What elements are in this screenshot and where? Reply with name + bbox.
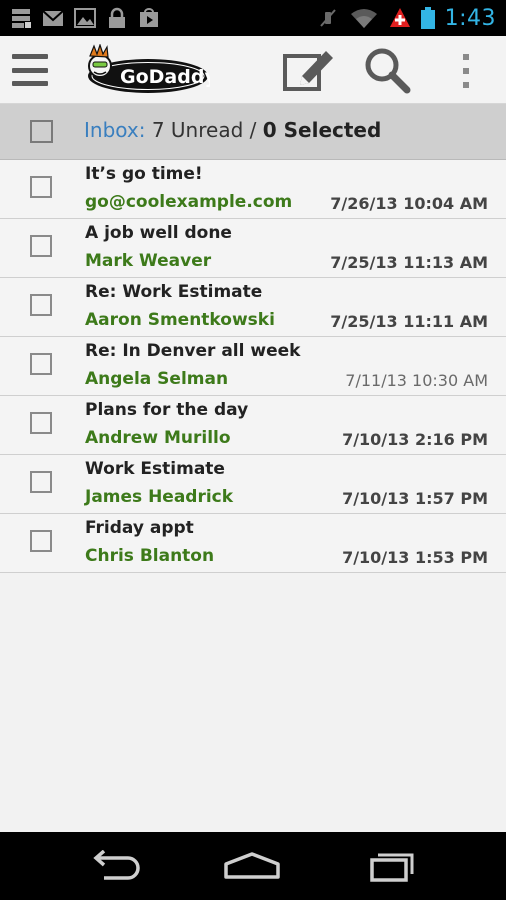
menu-icon-bar [12, 67, 48, 73]
unread-count-value: 7 [151, 118, 165, 142]
play-store-icon [140, 8, 158, 27]
email-row[interactable]: Plans for the day Andrew Murillo 7/10/13… [0, 396, 506, 455]
email-checkbox[interactable] [30, 294, 52, 316]
email-checkbox[interactable] [30, 530, 52, 552]
email-sender: Aaron Smentkowski [85, 310, 275, 330]
lock-icon [109, 7, 125, 28]
navigation-bar [0, 832, 506, 900]
search-icon [365, 48, 411, 94]
email-date: 7/10/13 2:16 PM [342, 430, 488, 449]
recent-apps-button[interactable] [364, 850, 424, 882]
email-row[interactable]: It’s go time! go@coolexample.com 7/26/13… [0, 160, 506, 219]
menu-icon [12, 54, 48, 59]
email-row[interactable]: Work Estimate James Headrick 7/10/13 1:5… [0, 455, 506, 514]
inbox-summary: Inbox: 7 Unread / 0 Selected [84, 118, 381, 142]
email-date: 7/11/13 10:30 AM [345, 371, 488, 390]
server-icon [12, 9, 31, 28]
status-bar: 1:43 [0, 0, 506, 36]
email-row[interactable]: Re: In Denver all week Angela Selman 7/1… [0, 337, 506, 396]
action-bar: GoDaddy [0, 36, 506, 104]
overflow-icon-dot [463, 82, 469, 88]
email-date: 7/10/13 1:57 PM [342, 489, 488, 508]
search-button[interactable] [362, 46, 412, 94]
email-subject: Plans for the day [85, 400, 249, 420]
unread-count: 7 Unread / [152, 118, 257, 142]
email-checkbox[interactable] [30, 412, 52, 434]
selected-count: 0 Selected [263, 118, 382, 142]
overflow-icon-dot [463, 68, 469, 74]
email-sender: Chris Blanton [85, 546, 215, 566]
email-sender: James Headrick [85, 487, 234, 507]
battery-icon [420, 7, 435, 29]
back-icon [93, 850, 140, 880]
email-subject: Re: In Denver all week [85, 341, 301, 361]
godaddy-logo: GoDaddy [88, 44, 210, 93]
home-button[interactable] [222, 850, 282, 882]
logo-text: GoDaddy [120, 66, 210, 88]
selected-count-value: 0 [262, 118, 277, 142]
email-checkbox[interactable] [30, 471, 52, 493]
email-subject: Work Estimate [85, 459, 225, 479]
email-row[interactable]: Re: Work Estimate Aaron Smentkowski 7/25… [0, 278, 506, 337]
image-icon [74, 8, 96, 28]
select-all-checkbox[interactable] [30, 120, 53, 143]
home-icon [224, 852, 280, 879]
email-list: It’s go time! go@coolexample.com 7/26/13… [0, 160, 506, 573]
email-date: 7/25/13 11:11 AM [330, 312, 488, 331]
email-date: 7/10/13 1:53 PM [342, 548, 488, 567]
email-checkbox[interactable] [30, 353, 52, 375]
email-sender: Andrew Murillo [85, 428, 231, 448]
email-subject: Friday appt [85, 518, 194, 538]
unread-label: Unread / [170, 118, 257, 142]
clock: 1:43 [444, 5, 496, 31]
inbox-header: Inbox: 7 Unread / 0 Selected [0, 104, 506, 160]
back-button[interactable] [84, 850, 144, 882]
swiss-flag-icon [389, 8, 410, 27]
email-sender: Mark Weaver [85, 251, 212, 271]
email-subject: It’s go time! [85, 164, 203, 184]
email-sender: Angela Selman [85, 369, 229, 389]
email-row[interactable]: Friday appt Chris Blanton 7/10/13 1:53 P… [0, 514, 506, 573]
email-sender: go@coolexample.com [85, 192, 293, 212]
mute-icon [319, 9, 336, 27]
gmail-icon [42, 10, 64, 26]
email-checkbox[interactable] [30, 176, 52, 198]
recent-apps-icon [370, 853, 414, 882]
email-date: 7/26/13 10:04 AM [330, 194, 488, 213]
selected-label: Selected [283, 118, 382, 142]
email-subject: A job well done [85, 223, 232, 243]
menu-icon-bar [12, 81, 48, 86]
email-checkbox[interactable] [30, 235, 52, 257]
compose-button[interactable] [282, 48, 336, 92]
notification-icons [10, 7, 160, 29]
email-date: 7/25/13 11:13 AM [330, 253, 488, 272]
overflow-menu-button[interactable] [458, 54, 474, 88]
menu-button[interactable] [12, 54, 48, 86]
wifi-icon [350, 9, 377, 28]
system-icons: 1:43 [317, 6, 496, 31]
compose-icon [283, 51, 333, 91]
inbox-label[interactable]: Inbox: [84, 118, 145, 142]
email-row[interactable]: A job well done Mark Weaver 7/25/13 11:1… [0, 219, 506, 278]
email-subject: Re: Work Estimate [85, 282, 263, 302]
overflow-icon [463, 54, 469, 60]
